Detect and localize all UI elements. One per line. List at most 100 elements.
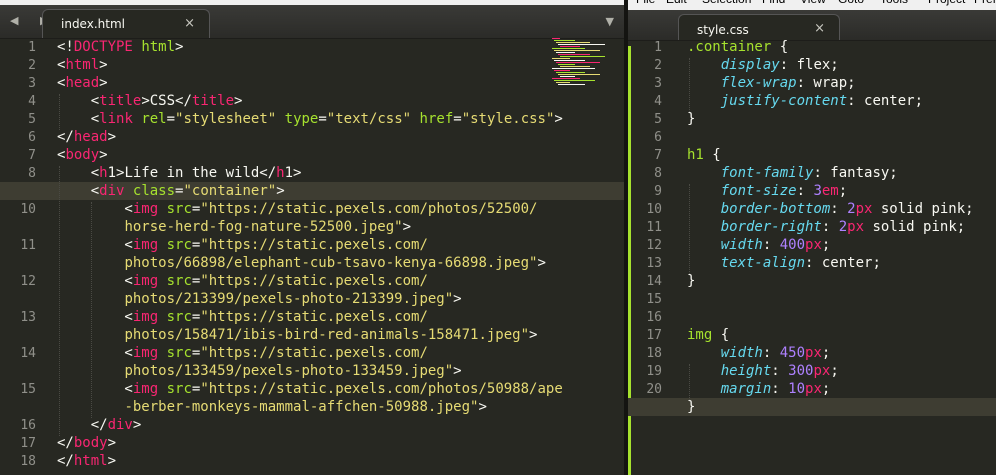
line-number: 15 [646, 292, 662, 307]
code-line[interactable]: justify-content: center; [687, 92, 923, 110]
current-line-highlight [628, 398, 996, 416]
line-number: 11 [646, 220, 662, 235]
code-line[interactable]: </head> [57, 128, 116, 146]
line-number: 7 [28, 148, 36, 163]
code-area[interactable]: .container { display: flex; flex-wrap: w… [628, 38, 996, 475]
tab-style-css[interactable]: style.css × [678, 14, 840, 40]
code-line[interactable]: photos/158471/ibis-bird-red-animals-1584… [57, 326, 537, 344]
code-line[interactable]: <img src="https://static.pexels.com/ [57, 308, 427, 326]
menu-item[interactable]: File [636, 0, 655, 6]
code-line[interactable]: photos/133459/pexels-photo-133459.jpeg"> [57, 362, 461, 380]
editor-pane-index[interactable]: ◀ ▶ index.html × ▼ 123456789101112131415… [0, 0, 624, 475]
code-line[interactable]: <h1>Life in the wild</h1> [57, 164, 302, 182]
code-line[interactable]: <div class="container"> [57, 182, 285, 200]
indent-guide [91, 202, 92, 418]
menu-item[interactable]: Selection [702, 0, 751, 6]
code-line[interactable]: width: 400px; [687, 236, 831, 254]
code-line[interactable]: </body> [57, 434, 116, 452]
code-line[interactable]: <img src="https://static.pexels.com/phot… [57, 380, 562, 398]
menu-item[interactable]: Goto [838, 0, 864, 6]
tab-title: style.css [697, 23, 749, 37]
indent-guide [59, 94, 60, 130]
minimap-line [552, 38, 560, 39]
code-line[interactable]: -berber-monkeys-mammal-affchen-50988.jpe… [57, 398, 486, 416]
code-line[interactable]: border-right: 2px solid pink; [687, 218, 965, 236]
line-number: 1 [654, 40, 662, 55]
code-line[interactable]: <link rel="stylesheet" type="text/css" h… [57, 110, 563, 128]
code-line[interactable]: width: 450px; [687, 344, 831, 362]
line-number: 16 [20, 418, 36, 433]
tab-index-html[interactable]: index.html × [42, 9, 210, 38]
code-line[interactable]: <html> [57, 56, 108, 74]
tab-title: index.html [61, 17, 125, 31]
code-line[interactable]: } [687, 272, 695, 290]
line-number: 18 [646, 346, 662, 361]
line-number: 6 [654, 130, 662, 145]
line-number: 12 [20, 274, 36, 289]
code-area[interactable]: <!DOCTYPE html> <html> <head> <title>CSS</… [0, 38, 624, 475]
menu-item[interactable]: Tools [880, 0, 908, 6]
line-number: 3 [654, 76, 662, 91]
line-number: 17 [646, 328, 662, 343]
code-line[interactable]: display: flex; [687, 56, 839, 74]
line-number: 13 [646, 256, 662, 271]
line-number: 1 [28, 40, 36, 55]
code-line[interactable]: horse-herd-fog-nature-52500.jpeg"> [57, 218, 411, 236]
code-line[interactable]: font-size: 3em; [687, 182, 847, 200]
line-number: 2 [654, 58, 662, 73]
menu-item[interactable]: Find [762, 0, 785, 6]
editor-pane-style[interactable]: File Edit Selection Find View Goto Tools Projec… [628, 0, 996, 475]
code-line[interactable]: </html> [57, 452, 116, 470]
line-number: 14 [646, 274, 662, 289]
line-number: 7 [654, 148, 662, 163]
menu-item[interactable]: Prefe [974, 0, 996, 6]
code-line[interactable]: .container { [687, 38, 788, 56]
tab-bar: ◀ ▶ index.html × ▼ [0, 5, 624, 39]
line-number: 13 [20, 310, 36, 325]
close-icon[interactable]: × [184, 16, 195, 31]
chevron-down-icon[interactable]: ▼ [606, 15, 614, 28]
code-line[interactable]: </div> [57, 416, 142, 434]
line-number: 20 [646, 382, 662, 397]
indent-guide [689, 364, 690, 400]
line-number: 19 [646, 364, 662, 379]
line-number: 4 [28, 94, 36, 109]
menu-item[interactable]: Edit [666, 0, 687, 6]
code-line[interactable]: <img src="https://static.pexels.com/phot… [57, 200, 537, 218]
code-line[interactable]: } [687, 110, 695, 128]
code-line[interactable]: <body> [57, 146, 108, 164]
code-line[interactable]: margin: 10px; [687, 380, 831, 398]
code-line[interactable]: photos/66898/elephant-cub-tsavo-kenya-66… [57, 254, 545, 272]
code-line[interactable]: } [687, 398, 695, 416]
code-line[interactable]: photos/213399/pexels-photo-213399.jpeg"> [57, 290, 461, 308]
menu-bar: File Edit Selection Find View Goto Tools Projec… [628, 0, 996, 10]
indent-guide [689, 184, 690, 274]
code-line[interactable]: h1 { [687, 146, 721, 164]
line-number: 11 [20, 238, 36, 253]
code-line[interactable]: height: 300px; [687, 362, 839, 380]
line-number: 10 [20, 202, 36, 217]
code-line[interactable]: <img src="https://static.pexels.com/ [57, 344, 427, 362]
menu-item[interactable]: View [800, 0, 826, 6]
code-line[interactable]: <img src="https://static.pexels.com/ [57, 236, 427, 254]
code-line[interactable]: img { [687, 326, 729, 344]
line-number-gutter: 123456789101112131415161718 [0, 40, 36, 475]
line-number: 2 [28, 58, 36, 73]
code-line[interactable]: border-bottom: 2px solid pink; [687, 200, 974, 218]
code-line[interactable]: text-align: center; [687, 254, 881, 272]
close-icon[interactable]: × [814, 21, 825, 36]
menu-item[interactable]: Project [928, 0, 965, 6]
code-line[interactable]: font-family: fantasy; [687, 164, 898, 182]
line-number: 17 [20, 436, 36, 451]
line-number: 14 [20, 346, 36, 361]
line-number: 16 [646, 310, 662, 325]
code-line[interactable]: <img src="https://static.pexels.com/ [57, 272, 427, 290]
line-number: 3 [28, 76, 36, 91]
code-line[interactable]: <!DOCTYPE html> [57, 38, 183, 56]
line-number: 6 [28, 130, 36, 145]
line-number: 4 [654, 94, 662, 109]
code-line[interactable]: <title>CSS</title> [57, 92, 243, 110]
code-line[interactable]: flex-wrap: wrap; [687, 74, 856, 92]
line-number: 5 [654, 112, 662, 127]
code-line[interactable]: <head> [57, 74, 108, 92]
